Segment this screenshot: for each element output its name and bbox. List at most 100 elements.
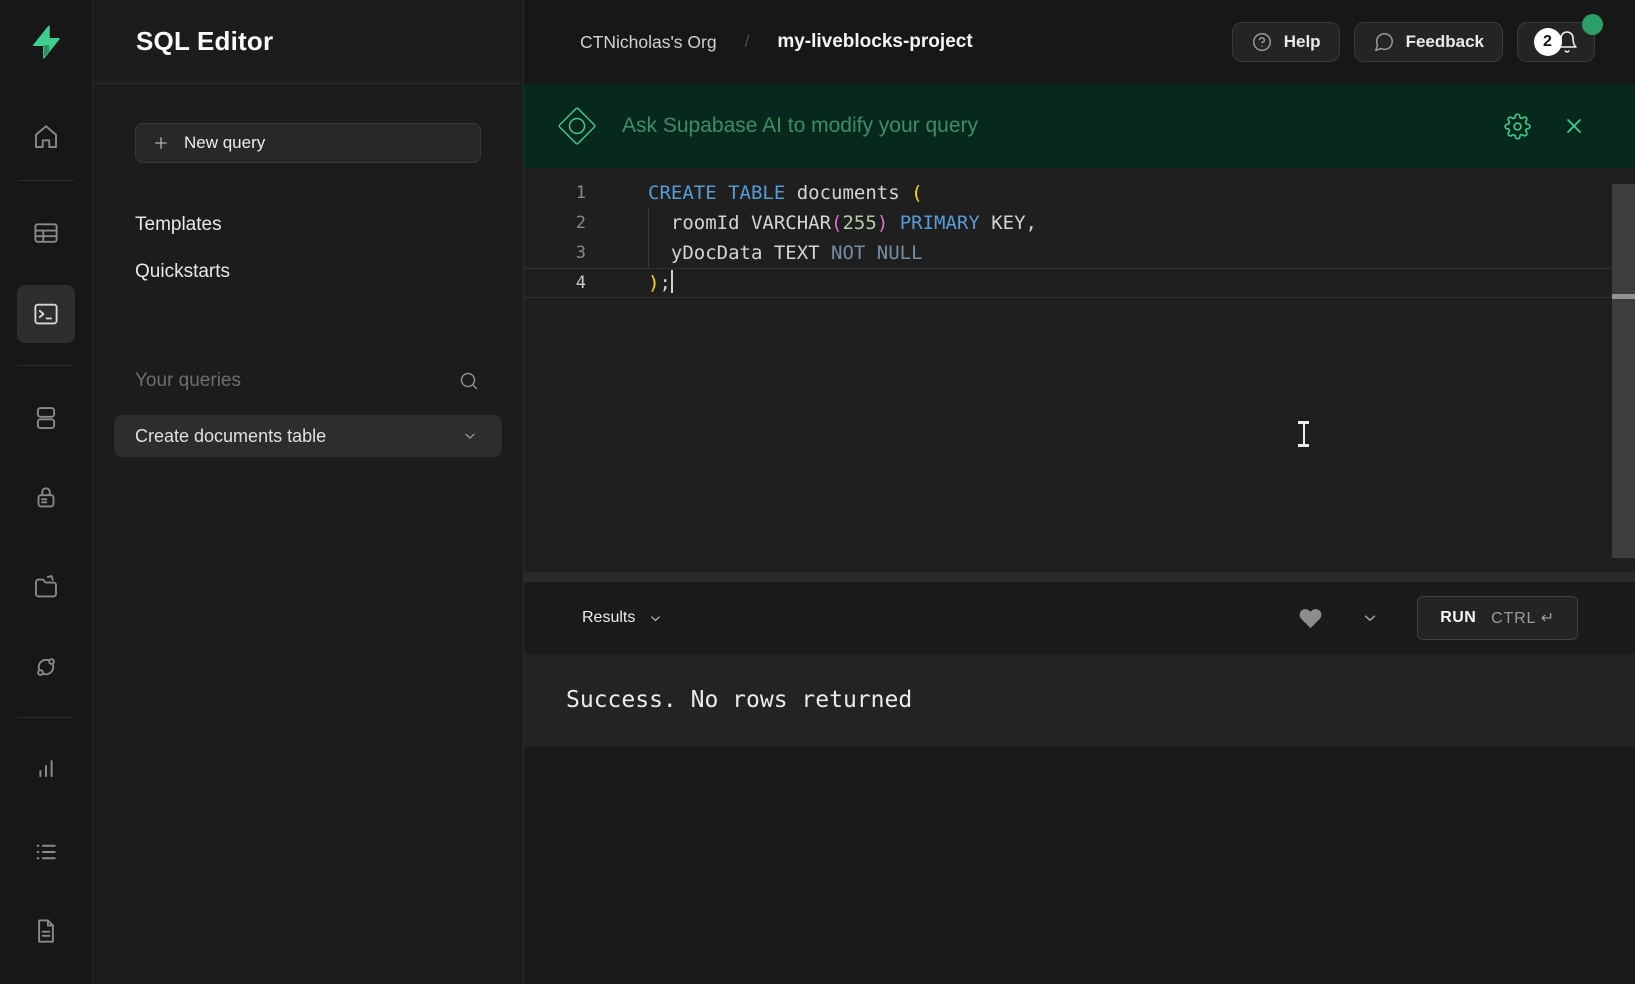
sidebar-item-edge-functions[interactable] (22, 643, 70, 691)
chat-bubble-icon (1373, 31, 1395, 53)
scrollbar-cursor-marker (1612, 294, 1635, 299)
breadcrumb-project[interactable]: my-liveblocks-project (777, 31, 972, 53)
text-caret (671, 270, 673, 293)
code-token: KEY, (980, 212, 1037, 234)
help-label: Help (1284, 32, 1321, 52)
results-actions: RUN CTRL ↵ (1298, 596, 1578, 640)
link-templates[interactable]: Templates (135, 201, 481, 248)
feedback-label: Feedback (1406, 32, 1484, 52)
plus-icon (152, 134, 170, 152)
code-content[interactable]: ); (648, 268, 673, 298)
code-token: CREATE TABLE (648, 182, 785, 204)
page-title: SQL Editor (136, 26, 273, 57)
sidebar-item-table-editor[interactable] (22, 209, 70, 257)
ai-banner-actions (1504, 113, 1587, 140)
document-icon (31, 916, 61, 946)
code-token: ) (648, 272, 659, 294)
orbit-icon (31, 652, 61, 682)
code-token: ( (911, 182, 922, 204)
code-token: ( (831, 212, 842, 234)
code-content[interactable]: roomId VARCHAR(255) PRIMARY KEY, (648, 208, 1037, 238)
line-number[interactable]: 2 (524, 208, 586, 238)
supabase-logo[interactable] (24, 20, 68, 64)
code-lines: 1CREATE TABLE documents (2 roomId VARCHA… (524, 168, 1635, 572)
code-token: PRIMARY (900, 212, 980, 234)
table-grid-icon (31, 218, 61, 248)
your-queries-label: Your queries (135, 370, 241, 392)
search-icon[interactable] (457, 369, 481, 393)
icon-rail (0, 0, 93, 984)
code-line[interactable]: 2 roomId VARCHAR(255) PRIMARY KEY, (524, 208, 1635, 238)
code-token: documents (785, 182, 911, 204)
rail-divider (18, 717, 74, 718)
chevron-down-icon (648, 611, 663, 626)
indent-guide (648, 238, 649, 268)
topbar-actions: Help Feedback 2 (1232, 22, 1595, 62)
line-number[interactable]: 1 (524, 178, 586, 208)
status-message: Success. No rows returned (566, 687, 912, 713)
code-line[interactable]: 3 yDocData TEXT NOT NULL (524, 238, 1635, 268)
code-token: NOT NULL (831, 242, 923, 264)
results-panel-resize-handle[interactable] (524, 572, 1635, 582)
chevron-down-icon (462, 428, 478, 444)
supabase-ai-diamond-icon (554, 103, 600, 149)
supabase-logo-icon (28, 24, 64, 60)
breadcrumb-separator: / (745, 32, 750, 52)
ai-assistant-banner: Ask Supabase AI to modify your query (524, 84, 1635, 168)
sidebar-item-docs[interactable] (22, 907, 70, 955)
query-panel-header: SQL Editor (93, 0, 523, 84)
close-icon[interactable] (1561, 113, 1587, 139)
query-status-band: Success. No rows returned (524, 654, 1635, 746)
results-empty-area (524, 746, 1635, 984)
status-dot (1582, 14, 1603, 35)
chevron-down-icon[interactable] (1361, 609, 1379, 627)
breadcrumb-org[interactable]: CTNicholas's Org (580, 32, 717, 53)
your-queries-header: Your queries (93, 359, 523, 403)
sidebar-item-database[interactable] (22, 394, 70, 442)
gear-icon[interactable] (1504, 113, 1531, 140)
code-token: ; (659, 272, 670, 294)
code-line[interactable]: 4); (524, 268, 1635, 298)
code-token: ) (877, 212, 888, 234)
sidebar-item-reports[interactable] (22, 744, 70, 792)
code-token: 255 (842, 212, 876, 234)
results-dropdown[interactable]: Results (582, 609, 663, 627)
code-content[interactable]: yDocData TEXT NOT NULL (648, 238, 923, 268)
run-shortcut: CTRL ↵ (1491, 608, 1555, 628)
results-toolbar: Results RUN CTRL ↵ (524, 582, 1635, 654)
lock-icon (31, 482, 61, 512)
sidebar-item-logs[interactable] (22, 828, 70, 876)
terminal-icon (31, 299, 61, 329)
heart-icon[interactable] (1298, 606, 1323, 631)
notifications-button[interactable]: 2 (1517, 22, 1595, 62)
ai-prompt-input[interactable]: Ask Supabase AI to modify your query (622, 114, 978, 138)
sidebar-item-authentication[interactable] (22, 473, 70, 521)
sidebar-item-sql-editor[interactable] (17, 285, 75, 343)
indent-guide (648, 208, 649, 238)
folder-file-icon (31, 572, 61, 602)
code-token: yDocData TEXT (648, 242, 831, 264)
query-panel-links: Templates Quickstarts (93, 201, 523, 295)
new-query-label: New query (184, 133, 265, 153)
sql-code-editor[interactable]: 1CREATE TABLE documents (2 roomId VARCHA… (524, 168, 1635, 572)
code-line[interactable]: 1 CREATE TABLE documents ( (524, 178, 1635, 208)
help-button[interactable]: Help (1232, 22, 1340, 62)
query-panel-body: New query Templates Quickstarts Your que… (93, 84, 523, 457)
run-query-button[interactable]: RUN CTRL ↵ (1417, 596, 1578, 640)
line-number[interactable]: 3 (524, 238, 586, 268)
query-list-item-selected[interactable]: Create documents table (114, 415, 502, 457)
rail-divider (18, 180, 74, 181)
sidebar-item-home[interactable] (22, 113, 70, 161)
sidebar-item-storage[interactable] (22, 563, 70, 611)
editor-vertical-scrollbar[interactable] (1612, 184, 1635, 558)
link-quickstarts[interactable]: Quickstarts (135, 248, 481, 295)
code-content[interactable]: CREATE TABLE documents ( (648, 178, 923, 208)
results-label: Results (582, 609, 635, 627)
home-icon (31, 122, 61, 152)
line-number[interactable]: 4 (524, 268, 586, 298)
supabase-studio-app: SQL Editor New query Templates Quickstar… (0, 0, 1635, 984)
new-query-button[interactable]: New query (135, 123, 481, 163)
query-item-label: Create documents table (135, 426, 326, 447)
feedback-button[interactable]: Feedback (1354, 22, 1503, 62)
rail-divider (18, 365, 74, 366)
